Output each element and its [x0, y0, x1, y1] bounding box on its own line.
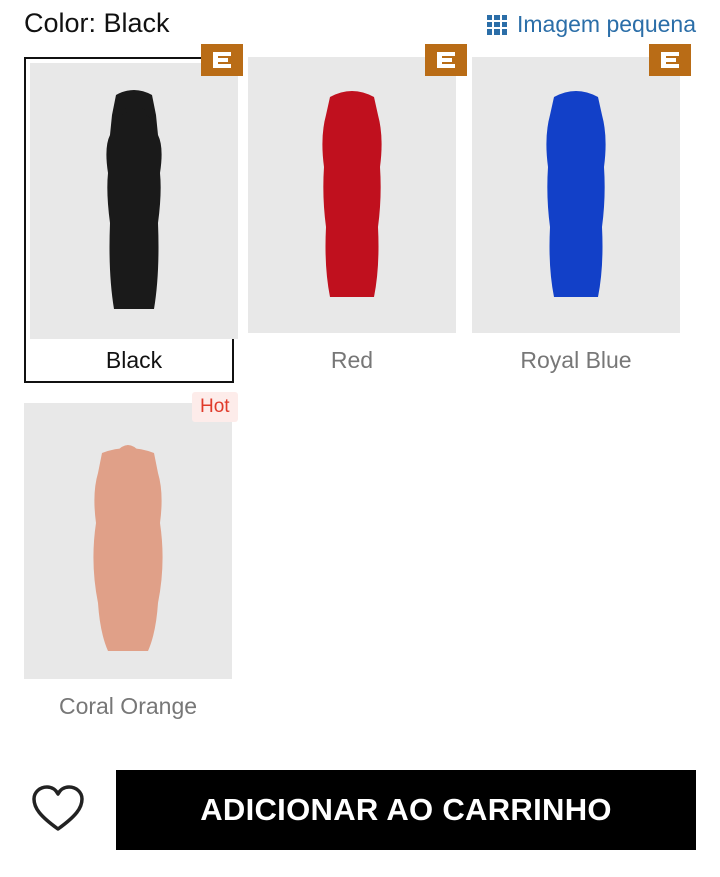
dress-image [546, 91, 606, 297]
small-image-toggle-label: Imagem pequena [516, 11, 696, 37]
e-badge-icon [649, 44, 691, 76]
grid-icon [486, 14, 507, 35]
variant-card-red[interactable]: Red [248, 57, 456, 383]
e-badge-icon [201, 44, 243, 76]
selected-color-label: Color: Black [24, 8, 170, 38]
variant-card-royal-blue[interactable]: Royal Blue [472, 57, 680, 383]
variant-image-red [248, 57, 456, 333]
variant-name: Black [105, 347, 163, 373]
e-badge-icon [425, 44, 467, 76]
variant-name: Red [330, 347, 374, 373]
dress-image [322, 91, 382, 297]
dress-image [93, 445, 163, 651]
variant-name: Coral Orange [58, 693, 198, 719]
dress-image [106, 90, 162, 309]
variant-card-coral-orange[interactable]: Coral Orange [24, 403, 232, 729]
hot-badge: Hot [192, 392, 238, 422]
variant-image-black [30, 63, 238, 339]
bottom-action-bar: ADICIONAR AO CARRINHO [0, 770, 720, 850]
color-selector-header: Color: Black Imagem pequena [24, 6, 696, 42]
variant-image-royal-blue [472, 57, 680, 333]
heart-icon[interactable] [30, 784, 86, 834]
variant-card-black[interactable]: Black [24, 57, 238, 383]
variant-image-coral-orange [24, 403, 232, 679]
small-image-toggle[interactable]: Imagem pequena [486, 11, 696, 38]
variant-name: Royal Blue [520, 347, 632, 373]
add-to-cart-button[interactable]: ADICIONAR AO CARRINHO [116, 770, 696, 850]
